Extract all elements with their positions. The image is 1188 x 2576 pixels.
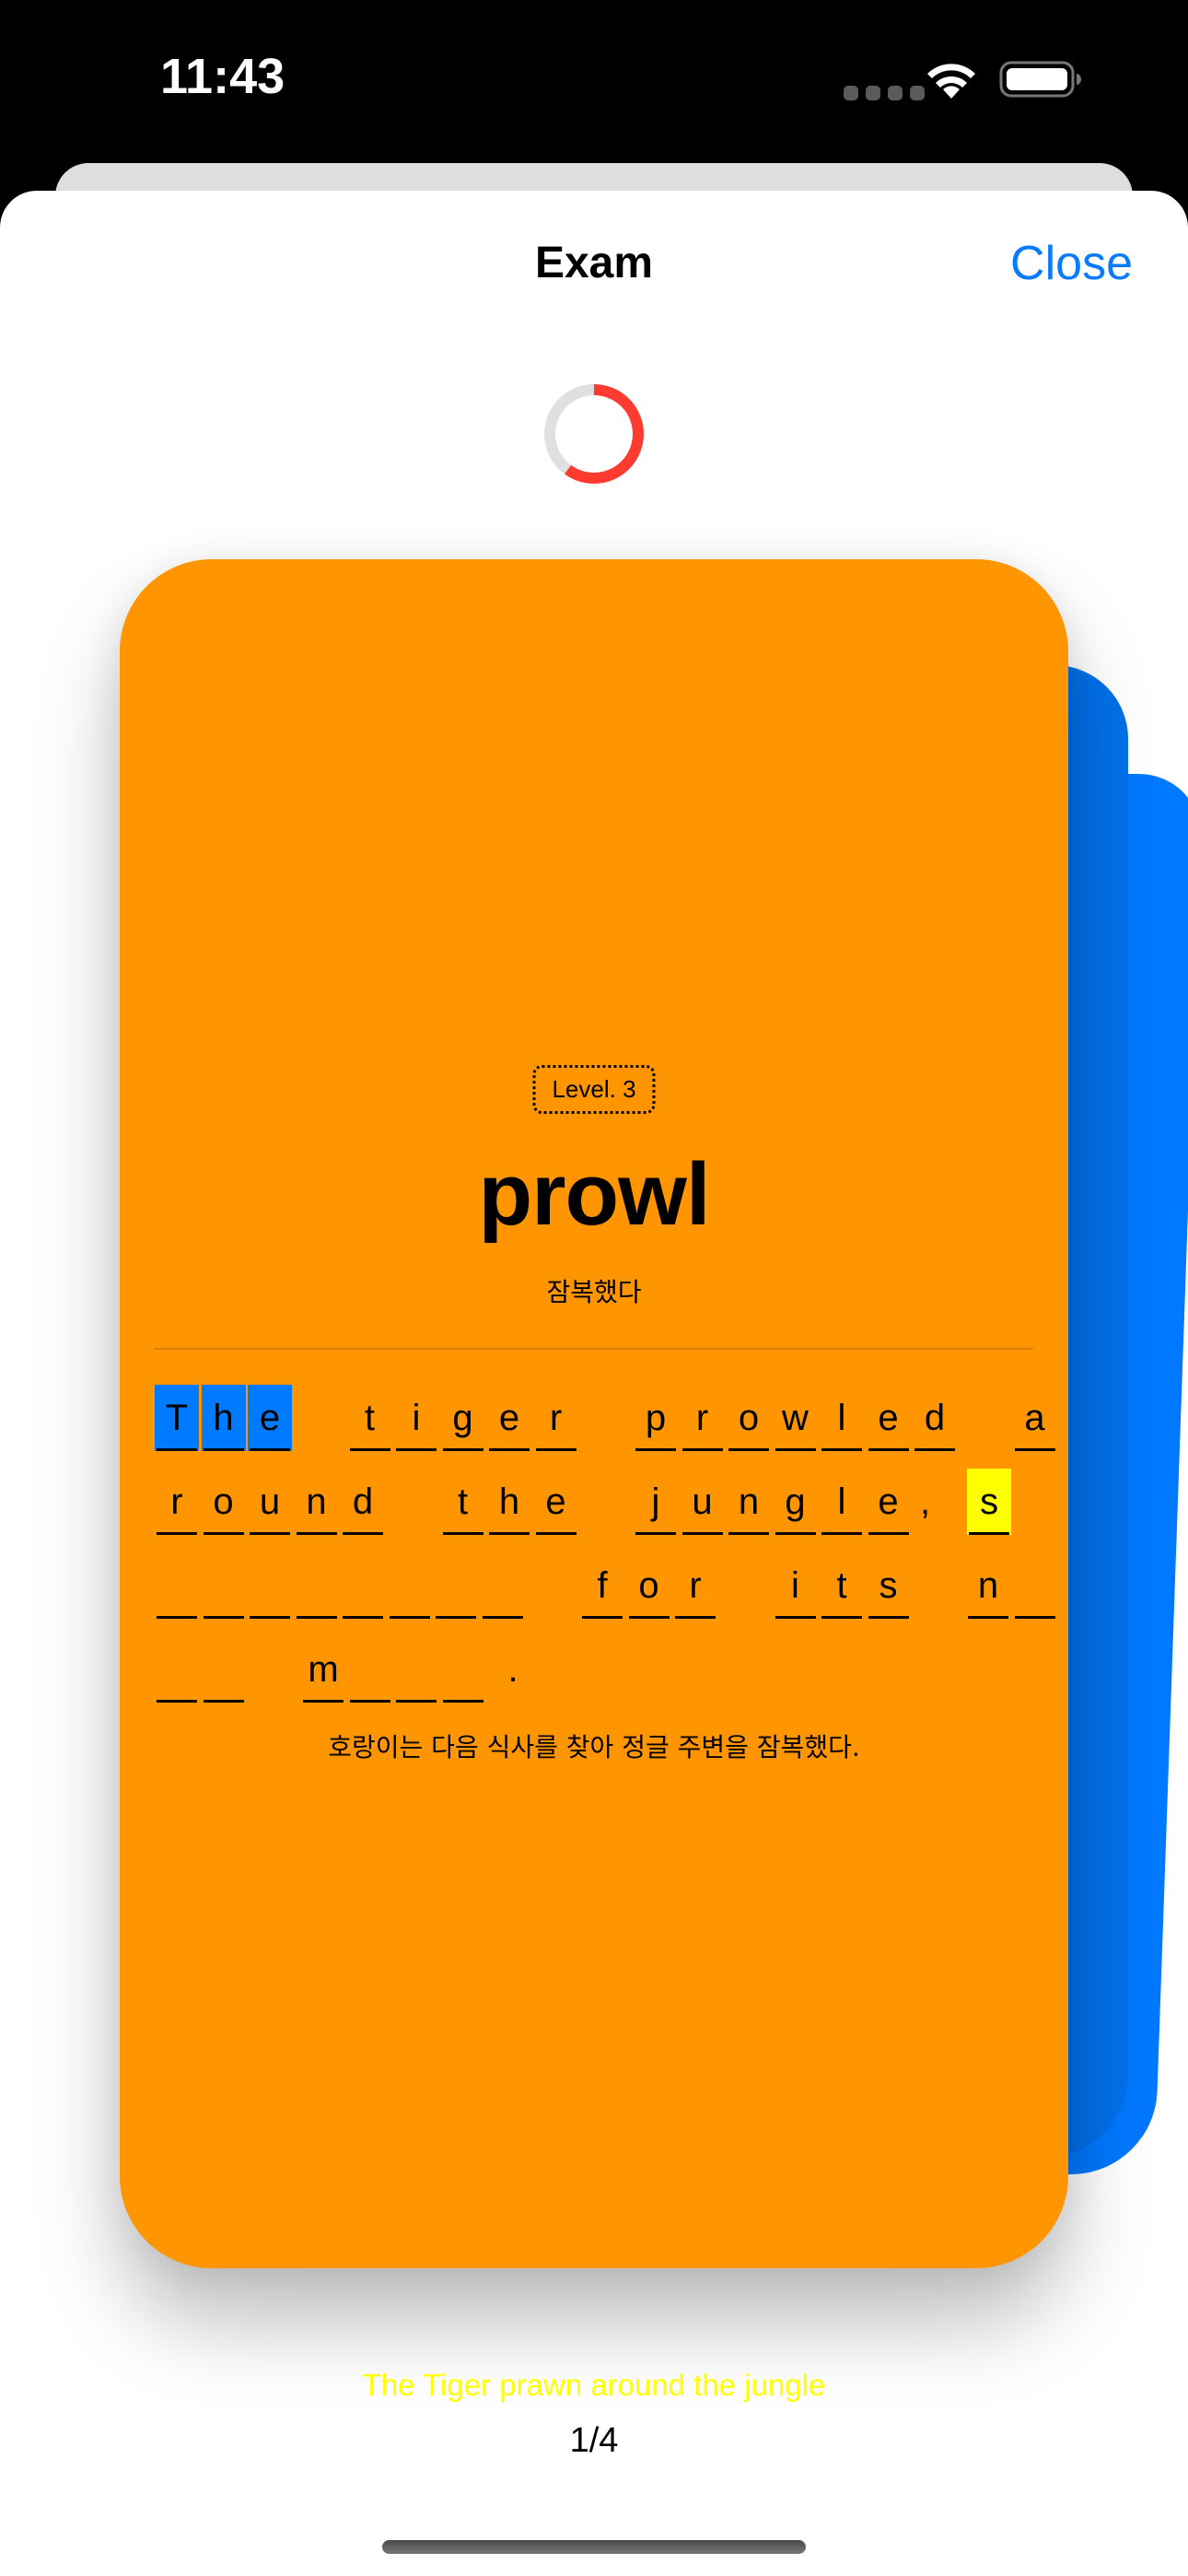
word-meaning: 잠복했다 bbox=[546, 1277, 642, 1307]
home-indicator[interactable] bbox=[382, 2540, 806, 2554]
blank-letter-slot[interactable] bbox=[1013, 1552, 1057, 1619]
battery-icon bbox=[999, 61, 1081, 98]
puzzle-row: foritsn bbox=[155, 1552, 1055, 1636]
blank-letter-slot[interactable] bbox=[248, 1552, 292, 1619]
sentence-translation: 호랑이는 다음 식사를 찾아 정글 주변을 잠복했다. bbox=[328, 1732, 860, 1762]
puzzle-row: m. bbox=[155, 1636, 1039, 1720]
flashcard[interactable]: Level. 3 prowl 잠복했다 Thetigerprowledaroun… bbox=[120, 559, 1068, 2268]
puzzle-word bbox=[155, 1636, 248, 1703]
letter-slot[interactable]: g bbox=[441, 1385, 485, 1451]
blank-letter-slot[interactable] bbox=[394, 1636, 438, 1703]
blank-letter-slot[interactable] bbox=[434, 1552, 478, 1619]
level-badge: Level. 3 bbox=[532, 1065, 656, 1114]
letter-slot[interactable]: r bbox=[673, 1552, 717, 1619]
letter-slot[interactable]: m bbox=[301, 1636, 345, 1703]
punctuation: , bbox=[920, 1481, 931, 1522]
divider bbox=[154, 1348, 1033, 1350]
letter-slot[interactable]: e bbox=[487, 1385, 531, 1451]
blank-letter-slot[interactable] bbox=[481, 1552, 525, 1619]
letter-slot[interactable]: s bbox=[867, 1552, 911, 1619]
puzzle-word: tiger bbox=[348, 1385, 581, 1451]
letter-slot[interactable]: e bbox=[248, 1385, 292, 1451]
letter-slot[interactable]: e bbox=[867, 1469, 911, 1535]
timer-progress-ring bbox=[544, 384, 644, 484]
letter-slot[interactable]: a bbox=[1013, 1385, 1057, 1451]
hint-text: The Tiger prawn around the jungle bbox=[362, 2368, 826, 2402]
blank-letter-slot[interactable] bbox=[348, 1636, 392, 1703]
status-bar: 11:43 bbox=[0, 0, 1188, 166]
puzzle-word: jungle bbox=[634, 1469, 913, 1535]
letter-slot[interactable]: d bbox=[913, 1385, 957, 1451]
letter-slot[interactable]: o bbox=[727, 1385, 771, 1451]
letter-slot[interactable]: l bbox=[820, 1469, 864, 1535]
blank-letter-slot[interactable] bbox=[155, 1552, 199, 1619]
letter-slot[interactable]: l bbox=[820, 1385, 864, 1451]
letter-slot[interactable]: e bbox=[534, 1469, 578, 1535]
blank-letter-slot[interactable] bbox=[202, 1552, 246, 1619]
letter-slot[interactable]: o bbox=[202, 1469, 246, 1535]
blank-letter-slot[interactable] bbox=[295, 1552, 339, 1619]
letter-slot[interactable]: h bbox=[487, 1469, 531, 1535]
cellular-signal-icon bbox=[844, 86, 925, 100]
letter-slot[interactable]: r bbox=[534, 1385, 578, 1451]
page-counter: 1/4 bbox=[569, 2421, 619, 2460]
puzzle-row: Thetigerprowleda bbox=[155, 1385, 1055, 1469]
letter-slot[interactable]: u bbox=[681, 1469, 725, 1535]
status-time: 11:43 bbox=[160, 49, 285, 104]
punctuation: . bbox=[507, 1648, 518, 1690]
letter-slot[interactable]: t bbox=[348, 1385, 392, 1451]
blank-letter-slot[interactable] bbox=[155, 1636, 199, 1703]
letter-slot[interactable]: g bbox=[774, 1469, 818, 1535]
letter-slot[interactable]: r bbox=[155, 1469, 199, 1535]
letter-slot[interactable]: p bbox=[634, 1385, 678, 1451]
letter-slot[interactable]: h bbox=[201, 1385, 246, 1451]
letter-slot[interactable]: i bbox=[774, 1552, 818, 1619]
puzzle-word: s bbox=[967, 1469, 1014, 1535]
sentence-puzzle: Thetigerprowledaroundthejungle,sforitsnm… bbox=[155, 1385, 1055, 1720]
blank-letter-slot[interactable] bbox=[441, 1636, 485, 1703]
letter-slot[interactable]: i bbox=[394, 1385, 438, 1451]
blank-letter-slot[interactable] bbox=[202, 1636, 246, 1703]
letter-slot[interactable]: w bbox=[774, 1385, 818, 1451]
puzzle-word: its bbox=[774, 1552, 914, 1619]
letter-slot[interactable]: n bbox=[727, 1469, 771, 1535]
letter-slot[interactable]: j bbox=[634, 1469, 678, 1535]
letter-slot[interactable]: r bbox=[681, 1385, 725, 1451]
puzzle-word: n bbox=[966, 1552, 1059, 1619]
letter-slot[interactable]: u bbox=[248, 1469, 292, 1535]
letter-slot[interactable]: e bbox=[867, 1385, 911, 1451]
puzzle-word: a bbox=[1013, 1385, 1060, 1451]
puzzle-word: The bbox=[155, 1385, 295, 1451]
wifi-icon bbox=[927, 64, 975, 99]
letter-slot[interactable]: d bbox=[341, 1469, 385, 1535]
letter-slot[interactable]: n bbox=[966, 1552, 1010, 1619]
letter-slot[interactable]: s bbox=[967, 1469, 1012, 1535]
puzzle-word: the bbox=[441, 1469, 581, 1535]
letter-slot[interactable]: f bbox=[580, 1552, 624, 1619]
puzzle-word: round bbox=[155, 1469, 388, 1535]
blank-letter-slot[interactable] bbox=[341, 1552, 385, 1619]
vocab-word: prowl bbox=[478, 1145, 711, 1244]
letter-slot[interactable]: n bbox=[295, 1469, 339, 1535]
puzzle-row: roundthejungle,s bbox=[155, 1469, 1039, 1552]
letter-slot[interactable]: t bbox=[820, 1552, 864, 1619]
puzzle-word: for bbox=[580, 1552, 720, 1619]
puzzle-word bbox=[155, 1552, 527, 1619]
close-button[interactable]: Close bbox=[1010, 236, 1133, 291]
letter-slot[interactable]: o bbox=[627, 1552, 671, 1619]
letter-slot[interactable]: T bbox=[155, 1385, 199, 1451]
puzzle-word: prowled bbox=[634, 1385, 960, 1451]
puzzle-word: m bbox=[301, 1636, 487, 1703]
blank-letter-slot[interactable] bbox=[388, 1552, 432, 1619]
letter-slot[interactable]: t bbox=[441, 1469, 485, 1535]
